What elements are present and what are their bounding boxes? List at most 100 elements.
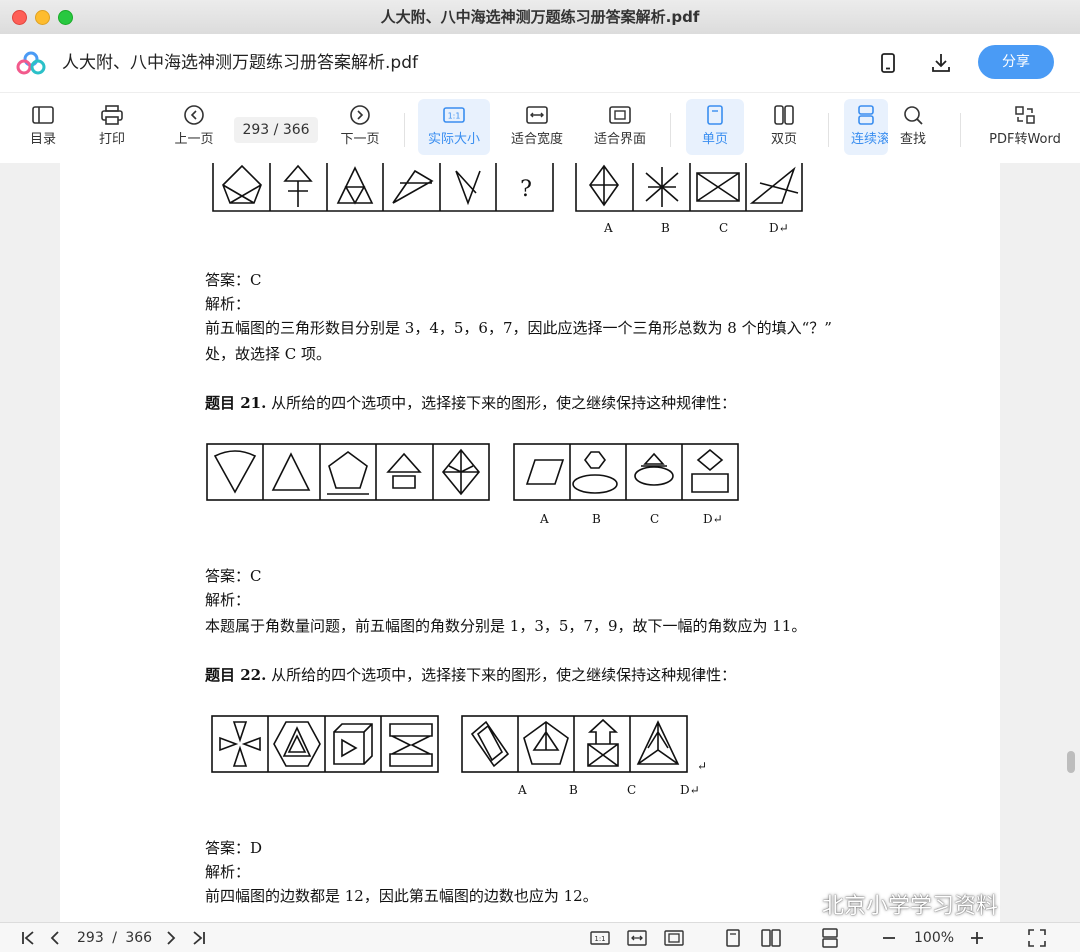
status-bar: 293 / 366 1:1 100% [0, 922, 1080, 952]
continuous-scroll-button[interactable]: 连续滚 [844, 99, 888, 155]
q20-option-c-label: C [719, 221, 729, 235]
q21-option-a-label: A [540, 512, 549, 526]
watermark: 北京小学学习资料 [786, 888, 998, 920]
zoom-out-icon[interactable] [880, 928, 898, 948]
status-page-separator: / [112, 930, 117, 946]
q21-figure [206, 443, 739, 501]
q22-option-d-label: D↵ [680, 783, 700, 797]
prev-page-icon[interactable] [48, 928, 62, 948]
q20-question-mark: ? [520, 177, 532, 202]
next-page-button[interactable]: 下一页 [332, 99, 388, 155]
actual-size-icon[interactable]: 1:1 [590, 928, 610, 948]
print-icon [101, 105, 123, 125]
fit-page-label: 适合界面 [593, 132, 646, 147]
print-button[interactable]: 打印 [86, 99, 138, 155]
q21-option-c-label: C [650, 512, 660, 526]
find-button[interactable]: 查找 [888, 99, 938, 155]
q20-answer: 答案：C [205, 271, 262, 289]
zoom-in-icon[interactable] [968, 928, 986, 948]
chevron-left-circle-icon [184, 105, 204, 125]
mobile-phone-icon[interactable] [876, 51, 900, 75]
q21-option-b-label: B [592, 512, 601, 526]
q20-option-a-label: A [604, 221, 613, 235]
status-page-total: 366 [125, 930, 153, 946]
status-page-current: 293 [77, 930, 104, 946]
q22-option-a-label: A [518, 783, 527, 797]
vertical-scrollbar-thumb[interactable] [1067, 751, 1075, 773]
single-page-label: 单页 [701, 132, 728, 147]
last-page-icon[interactable] [191, 928, 207, 948]
actual-size-label: 实际大小 [427, 132, 480, 147]
share-button[interactable]: 分享 [978, 45, 1054, 79]
wechat-icon [786, 894, 816, 916]
toolbar: 目录 打印 上一页 293 / 366 下一页 1:1 实际大小 适合宽度 适合… [0, 92, 1080, 164]
prev-page-label: 上一页 [174, 132, 214, 147]
download-icon[interactable] [929, 51, 953, 75]
zoom-level[interactable]: 100% [914, 928, 954, 948]
toolbar-divider [404, 113, 405, 147]
document-title: 人大附、八中海选神测万题练习册答案解析.pdf [62, 53, 418, 73]
q21-option-d-label: D↵ [703, 512, 723, 526]
status-page-indicator[interactable]: 293 / 366 [77, 928, 152, 948]
print-label: 打印 [98, 132, 125, 147]
q21-answer: 答案：C [205, 567, 262, 585]
double-page-icon[interactable] [761, 928, 781, 948]
fit-page-icon [609, 106, 631, 124]
fit-width-button[interactable]: 适合宽度 [504, 99, 570, 155]
chevron-right-circle-icon [350, 105, 370, 125]
app-logo-icon [16, 51, 46, 75]
pdf-to-word-label: PDF转Word [989, 132, 1061, 147]
prev-page-button[interactable]: 上一页 [166, 99, 222, 155]
fit-width-icon [526, 106, 548, 124]
single-page-icon [707, 105, 723, 125]
fit-width-icon[interactable] [627, 928, 647, 948]
continuous-scroll-icon[interactable] [820, 928, 840, 948]
page-separator: / [273, 122, 279, 138]
continuous-scroll-label: 连续滚 [851, 132, 888, 147]
q22-option-b-label: B [569, 783, 578, 797]
page-total: 366 [282, 122, 310, 138]
continuous-scroll-icon [858, 105, 874, 125]
app-header: 人大附、八中海选神测万题练习册答案解析.pdf 分享 [0, 34, 1080, 92]
q21-analysis-line: 本题属于角数量问题，前五幅图的角数分别是 1，3，5，7，9，故下一幅的角数应为… [205, 617, 807, 635]
first-page-icon[interactable] [20, 928, 36, 948]
convert-icon [1015, 106, 1035, 124]
next-page-icon[interactable] [164, 928, 178, 948]
single-page-button[interactable]: 单页 [686, 99, 744, 155]
q21-number: 题目 21. [205, 394, 267, 412]
double-page-label: 双页 [770, 132, 797, 147]
q22-analysis-label: 解析： [205, 863, 251, 881]
search-icon [904, 106, 923, 125]
actual-size-icon: 1:1 [443, 107, 465, 123]
q20-option-d-label: D↵ [769, 221, 789, 235]
page-number-input[interactable]: 293 / 366 [234, 117, 318, 143]
actual-size-button[interactable]: 1:1 实际大小 [418, 99, 490, 155]
pdf-page: ? A B C D↵ 答案：C 解析： 前五幅图的三角形数目分别是 3，4，5，… [60, 163, 1000, 922]
toolbar-divider [960, 113, 961, 147]
q22-return-mark: ↵ [697, 759, 708, 773]
q22-number: 题目 22. [205, 666, 267, 684]
toc-button[interactable]: 目录 [16, 99, 70, 155]
q20-option-b-label: B [661, 221, 670, 235]
page-current: 293 [242, 122, 270, 138]
q22-answer: 答案：D [205, 839, 263, 857]
toc-icon [32, 106, 54, 124]
find-label: 查找 [899, 132, 926, 147]
actual-size-icon-label: 1:1 [594, 935, 605, 943]
q22-heading: 题目 22. 从所给的四个选项中，选择接下来的图形，使之继续保持这种规律性： [205, 664, 736, 685]
double-page-icon [774, 105, 794, 125]
watermark-text: 北京小学学习资料 [822, 894, 999, 919]
fit-width-label: 适合宽度 [510, 132, 563, 147]
window-title: 人大附、八中海选神测万题练习册答案解析.pdf [380, 8, 700, 26]
fit-page-button[interactable]: 适合界面 [586, 99, 654, 155]
fit-page-icon[interactable] [664, 928, 684, 948]
single-page-icon[interactable] [724, 928, 742, 948]
toolbar-divider [828, 113, 829, 147]
pdf-to-word-button[interactable]: PDF转Word [982, 99, 1068, 155]
q21-stem: 从所给的四个选项中，选择接下来的图形，使之继续保持这种规律性： [271, 394, 737, 412]
q20-analysis-line: 处，故选择 C 项。 [205, 345, 332, 363]
double-page-button[interactable]: 双页 [758, 99, 810, 155]
q21-heading: 题目 21. 从所给的四个选项中，选择接下来的图形，使之继续保持这种规律性： [205, 392, 736, 413]
document-viewer[interactable]: ? A B C D↵ 答案：C 解析： 前五幅图的三角形数目分别是 3，4，5，… [0, 163, 1080, 922]
fullscreen-icon[interactable] [1027, 928, 1047, 948]
